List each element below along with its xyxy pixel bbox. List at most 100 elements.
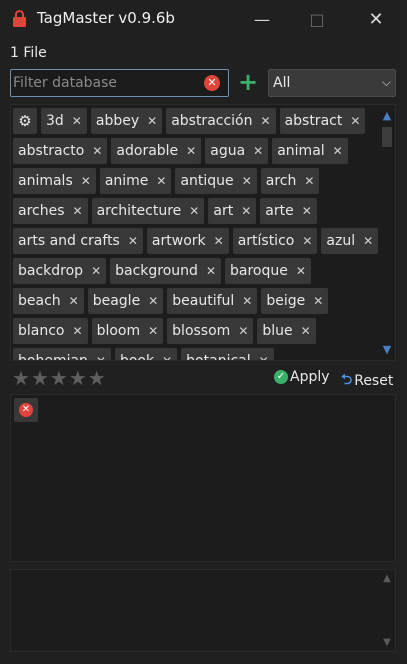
remove-tag-icon[interactable]: ✕ [148, 294, 158, 308]
tag-chip[interactable]: beagle ✕ [87, 288, 164, 314]
tag-row: blanco ✕ bloom ✕ blossom ✕ blue ✕ [13, 318, 316, 344]
remove-tag-icon[interactable]: ✕ [92, 144, 102, 158]
remove-tag-icon[interactable]: ✕ [96, 354, 106, 360]
tag-chip[interactable]: blue ✕ [257, 318, 316, 344]
remove-tag-icon[interactable]: ✕ [241, 204, 251, 218]
scope-select[interactable]: All ⌵ [268, 69, 396, 97]
tag-chip[interactable]: book ✕ [114, 348, 178, 360]
tag-chip[interactable]: adorable ✕ [111, 138, 202, 164]
remove-tag-icon[interactable]: ✕ [73, 324, 83, 338]
remove-tag-icon[interactable]: ✕ [128, 234, 138, 248]
remove-tag-icon[interactable]: ✕ [302, 234, 312, 248]
remove-tag-icon[interactable]: ✕ [147, 114, 157, 128]
tag-chip[interactable]: anime ✕ [99, 168, 172, 194]
remove-tag-icon[interactable]: ✕ [242, 174, 252, 188]
tag-chip[interactable]: blanco ✕ [13, 318, 88, 344]
notes-scroll-down-icon[interactable]: ▼ [381, 637, 393, 648]
remove-tag-icon[interactable]: ✕ [91, 264, 101, 278]
remove-tag-icon[interactable]: ✕ [81, 174, 91, 188]
star-icon[interactable]: ★ [69, 368, 87, 388]
tag-chip[interactable]: beach ✕ [13, 288, 84, 314]
tag-chip[interactable]: baroque ✕ [225, 258, 311, 284]
apply-button[interactable]: ✓ Apply [274, 369, 330, 385]
close-button[interactable]: ✕ [347, 0, 405, 38]
star-icon[interactable]: ★ [50, 368, 68, 388]
remove-tag-icon[interactable]: ✕ [301, 324, 311, 338]
star-icon[interactable]: ★ [31, 368, 49, 388]
add-tag-button[interactable]: + [236, 69, 260, 97]
tag-chip[interactable]: beige ✕ [261, 288, 329, 314]
notes-scroll-up-icon[interactable]: ▲ [381, 573, 393, 584]
tag-chip[interactable]: agua ✕ [205, 138, 269, 164]
remove-tag-icon[interactable]: ✕ [296, 264, 306, 278]
tag-label: abstracción [171, 113, 253, 129]
tag-chip[interactable]: bloom ✕ [91, 318, 164, 344]
clear-filter-icon[interactable]: ✕ [204, 75, 220, 91]
remove-tag-icon[interactable]: ✕ [156, 174, 166, 188]
tag-chip[interactable]: artístico ✕ [232, 228, 318, 254]
star-icon[interactable]: ★ [88, 368, 106, 388]
filter-field[interactable]: ✕ [10, 69, 229, 97]
tag-label: arts and crafts [18, 233, 120, 249]
star-rating[interactable]: ★ ★ ★ ★ ★ [12, 368, 106, 388]
tag-chip[interactable]: animals ✕ [13, 168, 96, 194]
tag-chip[interactable]: artwork ✕ [146, 228, 229, 254]
remove-tag-icon[interactable]: ✕ [238, 324, 248, 338]
tag-label: bohemian [18, 353, 88, 361]
remove-tag-icon[interactable]: ✕ [363, 234, 373, 248]
tag-chip[interactable]: beautiful ✕ [167, 288, 258, 314]
remove-tag-icon[interactable]: ✕ [162, 354, 172, 360]
remove-tag-icon[interactable]: ✕ [261, 114, 271, 128]
tag-chip[interactable]: botanical ✕ [181, 348, 274, 360]
tag-chip[interactable]: 3d ✕ [41, 108, 87, 134]
tag-chip[interactable]: antique ✕ [175, 168, 257, 194]
filter-input[interactable] [13, 72, 198, 94]
scroll-down-icon[interactable]: ▼ [379, 343, 395, 356]
maximize-button[interactable]: □ [288, 0, 346, 38]
tag-chip[interactable]: abstract ✕ [279, 108, 366, 134]
remove-tag-icon[interactable]: ✕ [189, 204, 199, 218]
tag-chip[interactable]: animal ✕ [272, 138, 348, 164]
scroll-up-icon[interactable]: ▲ [379, 109, 395, 122]
tag-chip[interactable]: blossom ✕ [167, 318, 254, 344]
remove-tag-icon[interactable]: ✕ [69, 294, 79, 308]
remove-all-chip[interactable]: ✕ [14, 398, 38, 422]
remove-tag-icon[interactable]: ✕ [350, 114, 360, 128]
tag-chip[interactable]: abstracto ✕ [13, 138, 108, 164]
remove-tag-icon[interactable]: ✕ [148, 324, 158, 338]
tag-label: adorable [116, 143, 179, 159]
remove-tag-icon[interactable]: ✕ [214, 234, 224, 248]
tag-chip[interactable]: arches ✕ [13, 198, 88, 224]
tag-chip[interactable]: architecture ✕ [91, 198, 205, 224]
remove-tag-icon[interactable]: ✕ [242, 294, 252, 308]
tag-chip[interactable]: abstracción ✕ [166, 108, 276, 134]
remove-tag-icon[interactable]: ✕ [302, 204, 312, 218]
tag-chip[interactable]: art ✕ [208, 198, 257, 224]
remove-tag-icon[interactable]: ✕ [333, 144, 343, 158]
star-icon[interactable]: ★ [12, 368, 30, 388]
reset-button[interactable]: ⮌ Reset [341, 369, 393, 393]
minimize-button[interactable]: — [233, 0, 291, 38]
remove-tag-icon[interactable]: ✕ [253, 144, 263, 158]
tag-chip[interactable]: arts and crafts ✕ [13, 228, 143, 254]
tag-chip[interactable]: background ✕ [110, 258, 221, 284]
remove-tag-icon[interactable]: ✕ [206, 264, 216, 278]
remove-tag-icon[interactable]: ✕ [186, 144, 196, 158]
tags-scrollbar[interactable]: ▲ ▼ [379, 105, 395, 360]
tag-chip[interactable]: bohemian ✕ [13, 348, 111, 361]
remove-tag-icon[interactable]: ✕ [73, 204, 83, 218]
tag-chip[interactable]: backdrop ✕ [13, 258, 107, 284]
gear-icon[interactable]: ⚙ [13, 108, 37, 134]
scrollbar-thumb[interactable] [382, 127, 392, 147]
tag-chip[interactable]: arte ✕ [260, 198, 317, 224]
remove-tag-icon[interactable]: ✕ [304, 174, 314, 188]
tag-label: agua [210, 143, 246, 159]
tag-chip[interactable]: azul ✕ [321, 228, 379, 254]
remove-tag-icon[interactable]: ✕ [259, 354, 269, 360]
remove-tag-icon[interactable]: ✕ [313, 294, 323, 308]
remove-icon: ✕ [19, 403, 33, 417]
remove-tag-icon[interactable]: ✕ [72, 114, 82, 128]
tag-chip[interactable]: abbey ✕ [90, 108, 163, 134]
tag-chip[interactable]: arch ✕ [260, 168, 320, 194]
notes-panel[interactable]: ▲ ▼ [10, 569, 396, 652]
